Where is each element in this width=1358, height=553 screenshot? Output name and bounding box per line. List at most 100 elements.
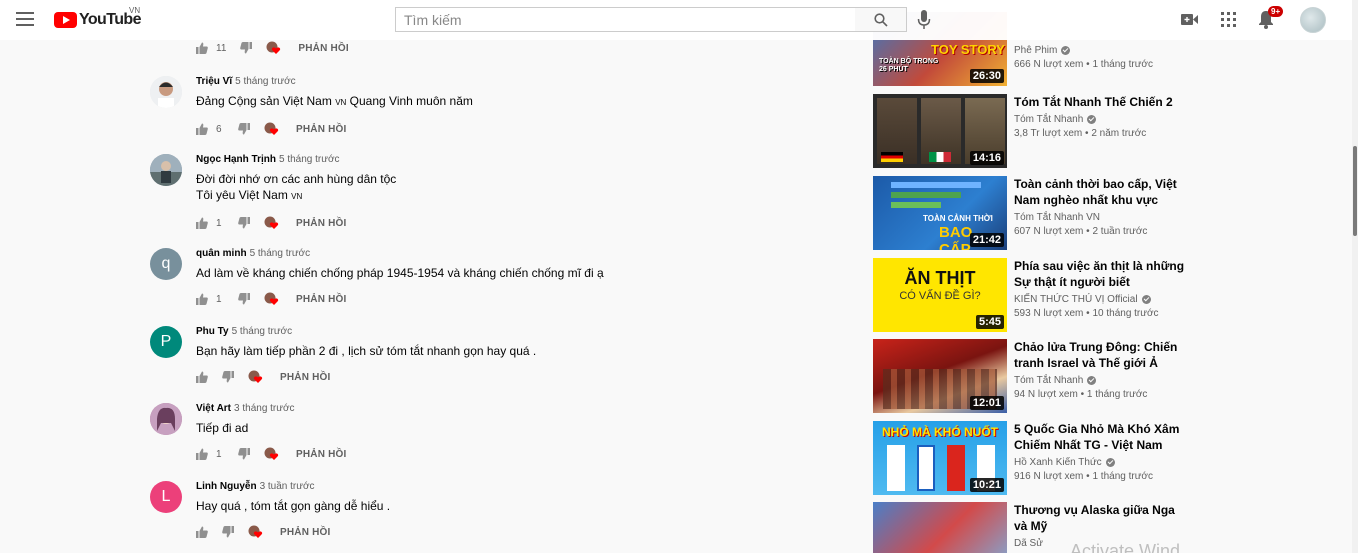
reply-button[interactable]: PHẢN HỒI [296,218,347,229]
thumbnail-text: TOY STORY [931,42,1005,57]
like-icon[interactable] [196,293,208,305]
dislike-icon[interactable] [238,123,250,135]
comment-time[interactable]: 3 tuần trước [260,481,315,492]
reply-button[interactable]: PHẢN HỒI [298,43,349,54]
upload-age: 1 tháng trước [1092,471,1153,482]
video-thumbnail[interactable]: 14:16 [873,94,1007,168]
channel-name[interactable]: Phê Phim [1014,45,1057,56]
video-title[interactable]: Thương vụ Alaska giữa Nga và Mỹ [1014,502,1186,534]
like-icon[interactable] [196,448,208,460]
reply-button[interactable]: PHẢN HỒI [296,124,347,135]
dislike-icon[interactable] [222,526,234,538]
creator-heart-icon [264,447,279,460]
comment-time[interactable]: 5 tháng trước [279,154,340,165]
account-avatar[interactable] [1300,7,1326,33]
dislike-icon[interactable] [240,42,253,54]
youtube-logo[interactable]: YouTube VN [54,6,141,30]
like-icon[interactable] [196,526,208,538]
channel-name[interactable]: Tóm Tắt Nhanh [1014,114,1083,125]
page-scrollbar[interactable] [1352,0,1358,553]
channel-name[interactable]: Dã Sử [1014,538,1043,549]
like-icon[interactable] [196,123,208,135]
thumbnail-figure [887,445,905,491]
dislike-icon[interactable] [238,293,250,305]
comment-author[interactable]: Ngọc Hạnh Trịnh [196,154,276,165]
search-button[interactable] [855,7,907,32]
comment-avatar[interactable] [150,403,182,435]
recommended-video[interactable]: 12:01 Chảo lửa Trung Đông: Chiến tranh I… [873,339,1193,413]
reply-button[interactable]: PHẢN HỒI [280,372,331,383]
comment-line: Đời đời nhớ ơn các anh hùng dân tộc [196,172,397,186]
scrollbar-thumb[interactable] [1353,146,1357,236]
view-count: 666 N lượt xem [1014,59,1084,70]
verified-badge-icon [1105,458,1115,467]
apps-grid-icon[interactable] [1221,12,1236,27]
comment-actions: 1 PHẢN HỒI [196,215,396,231]
dislike-icon[interactable] [238,217,250,229]
dislike-icon[interactable] [238,448,250,460]
video-thumbnail[interactable]: ĂN THỊT CÓ VẤN ĐỀ GÌ? 5:45 [873,258,1007,332]
comment-time[interactable]: 5 tháng trước [232,326,293,337]
like-icon[interactable] [196,371,208,383]
thumbnail-text: ĂN THỊT [904,268,976,288]
comment-avatar[interactable] [150,76,182,108]
video-thumbnail[interactable] [873,502,1007,553]
comment-actions: PHẢN HỒI [196,369,536,385]
comment-time[interactable]: 5 tháng trước [250,248,311,259]
dislike-icon[interactable] [222,371,234,383]
thumbnail-text: TOÀN CẢNH THỜI [923,214,993,223]
view-count: 94 N lượt xem [1014,389,1078,400]
comment-author[interactable]: Phu Ty [196,326,229,337]
creator-heart-icon [264,292,279,305]
video-thumbnail[interactable]: NHỎ MÀ KHÓ NUỐT 10:21 [873,421,1007,495]
search-input[interactable] [396,8,855,31]
video-title[interactable]: Tóm Tắt Nhanh Thế Chiến 2 [1014,94,1186,110]
comment-author[interactable]: quân minh [196,248,247,259]
channel-name[interactable]: Tóm Tắt Nhanh VN [1014,212,1100,223]
activate-windows-watermark: Activate Wind [1070,541,1181,553]
comment-author[interactable]: Việt Art [196,403,231,414]
channel-name[interactable]: KIẾN THỨC THÚ VỊ Official [1014,294,1138,305]
thumbnail-caption: TOÀN BỘ TRONG 26 PHÚT [879,58,939,73]
comment-time[interactable]: 5 tháng trước [235,76,296,87]
comment-line: Quang Vinh muôn năm [349,94,473,108]
reply-button[interactable]: PHẢN HỒI [296,294,347,305]
video-title[interactable]: 5 Quốc Gia Nhỏ Mà Khó Xâm Chiếm Nhất TG … [1014,421,1186,453]
microphone-icon[interactable] [917,10,931,30]
comment-avatar[interactable]: L [150,481,182,513]
video-title[interactable]: Chảo lửa Trung Đông: Chiến tranh Israel … [1014,339,1186,371]
upload-age: 2 tuần trước [1092,226,1148,237]
comment-actions: PHẢN HỒI [196,524,390,540]
comment-avatar[interactable]: P [150,326,182,358]
video-title[interactable]: Phía sau việc ăn thịt là những Sự thật í… [1014,258,1186,290]
create-video-icon[interactable] [1181,13,1198,26]
view-count: 593 N lượt xem [1014,308,1084,319]
channel-name[interactable]: Hồ Xanh Kiến Thức [1014,457,1102,468]
comment-actions: 1 PHẢN HỒI [196,446,347,462]
video-thumbnail[interactable]: TOÀN CẢNH THỜI BAO CẤP 21:42 [873,176,1007,250]
youtube-play-icon [54,12,77,28]
video-thumbnail[interactable]: 12:01 [873,339,1007,413]
recommended-video[interactable]: 14:16 Tóm Tắt Nhanh Thế Chiến 2 Tóm Tắt … [873,94,1193,168]
menu-icon[interactable] [16,12,34,26]
like-icon[interactable] [196,217,208,229]
upload-age: 1 tháng trước [1086,389,1148,400]
comment-time[interactable]: 3 tháng trước [234,403,295,414]
comment-author[interactable]: Linh Nguyễn [196,481,257,492]
reply-button[interactable]: PHẢN HỒI [280,527,331,538]
comment-text: Đời đời nhớ ơn các anh hùng dân tộc Tôi y… [196,171,396,205]
video-duration: 5:45 [975,315,1004,329]
channel-name[interactable]: Tóm Tắt Nhanh [1014,375,1083,386]
recommended-video[interactable]: ĂN THỊT CÓ VẤN ĐỀ GÌ? 5:45 Phía sau việc… [873,258,1193,332]
like-icon[interactable] [196,42,208,54]
flag-vn: VN [291,192,303,201]
video-title[interactable]: Toàn cảnh thời bao cấp, Việt Nam nghèo n… [1014,176,1186,208]
comment-avatar[interactable]: q [150,248,182,280]
upload-age: 2 năm trước [1091,128,1147,139]
video-duration: 12:01 [969,396,1004,410]
recommended-video[interactable]: TOÀN CẢNH THỜI BAO CẤP 21:42 Toàn cảnh t… [873,176,1193,250]
reply-button[interactable]: PHẢN HỒI [296,449,347,460]
comment-author[interactable]: Triệu Vĩ [196,76,232,87]
comment-avatar[interactable] [150,154,182,186]
recommended-video[interactable]: NHỎ MÀ KHÓ NUỐT 10:21 5 Quốc Gia Nhỏ Mà … [873,421,1193,495]
